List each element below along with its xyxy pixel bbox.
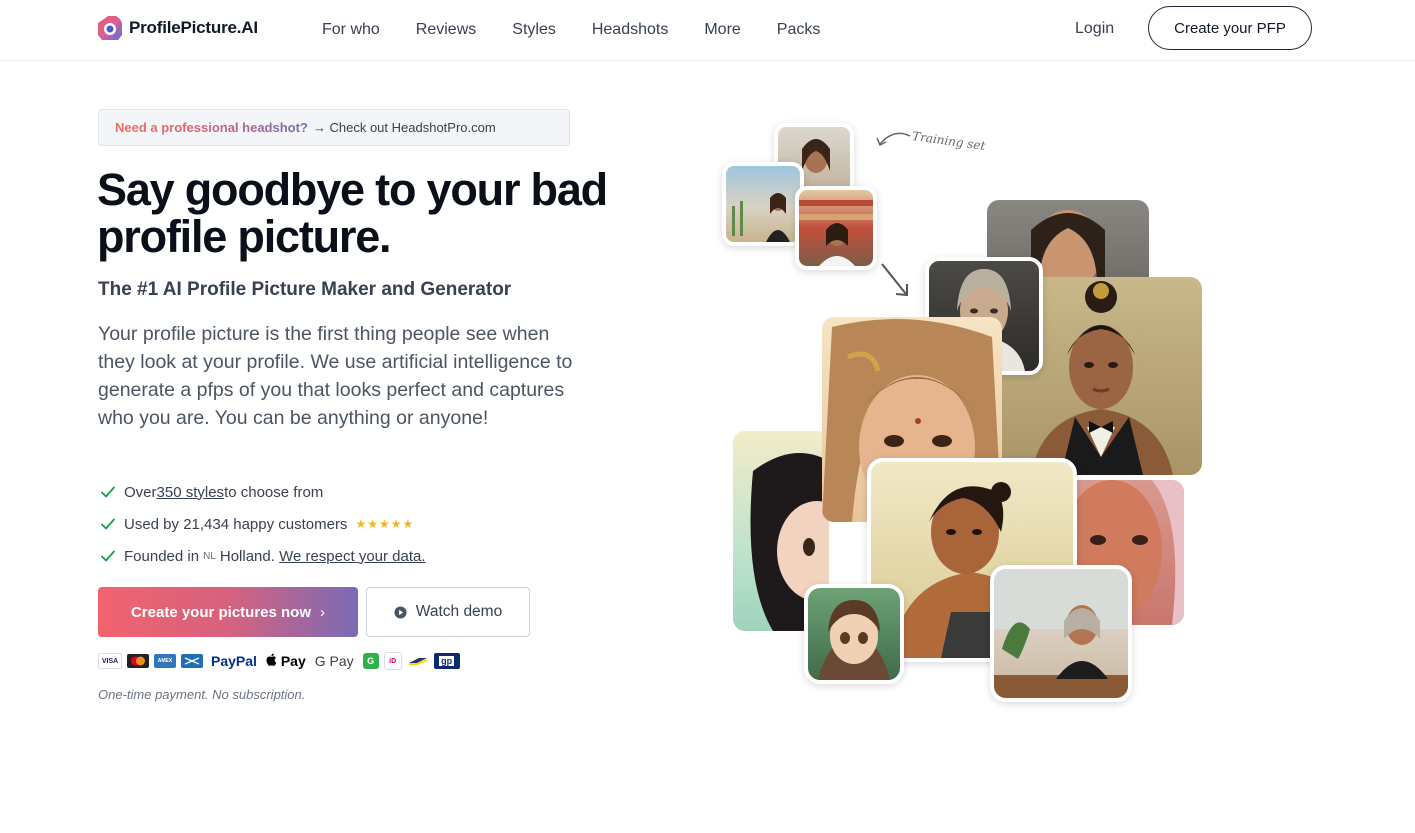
bancontact-icon <box>408 658 428 665</box>
paypal-icon: PayPal <box>211 653 257 669</box>
portrait-cafe <box>990 565 1132 702</box>
ideal-icon: iD <box>383 652 402 670</box>
nl-flag-icon: NL <box>203 550 216 562</box>
site-header: ProfilePicture.AI For who Reviews Styles… <box>0 0 1415 61</box>
nav-more[interactable]: More <box>704 21 740 39</box>
play-icon <box>394 605 407 619</box>
feature-customers: Used by 21,434 happy customers ★★★★★ <box>100 508 426 540</box>
promo-strong-text: Need a professional headshot? <box>115 120 308 135</box>
amex-icon: AMEX <box>154 654 176 668</box>
arrow-down-right-icon <box>881 263 908 297</box>
founded-place: Holland. <box>219 547 275 565</box>
training-set-label: Training set <box>911 128 987 154</box>
rating-stars-icon: ★★★★★ <box>355 517 415 531</box>
portrait-anime-small <box>804 584 904 684</box>
feature-styles-pre: Over <box>124 483 157 501</box>
watch-demo-button[interactable]: Watch demo <box>366 587 530 637</box>
giropay-icon: gp <box>433 653 460 669</box>
nav-styles[interactable]: Styles <box>512 21 556 39</box>
training-portrait-icon <box>799 200 873 266</box>
training-photo-3 <box>795 186 877 270</box>
login-link[interactable]: Login <box>1075 20 1114 38</box>
feature-styles-post: to choose from <box>224 483 324 501</box>
create-pictures-button[interactable]: Create your pictures now › <box>98 587 358 637</box>
visa-icon: VISA <box>98 653 122 669</box>
check-icon <box>101 486 115 498</box>
portrait-face-icon <box>818 600 890 680</box>
curved-arrow-icon <box>876 132 911 147</box>
create-pictures-label: Create your pictures now <box>130 603 312 621</box>
headshot-promo-banner[interactable]: Need a professional headshot? → Check ou… <box>98 109 570 146</box>
founded-pre: Founded in <box>124 547 200 565</box>
nav-for-who[interactable]: For who <box>322 21 380 39</box>
card-icon <box>181 654 203 668</box>
feature-styles: Over 350 styles to choose from <box>100 476 426 508</box>
training-photo-2 <box>722 162 804 246</box>
mastercard-icon <box>127 654 149 668</box>
promo-link-text: → Check out HeadshotPro.com <box>312 120 496 135</box>
styles-link[interactable]: 350 styles <box>157 484 225 501</box>
google-pay-icon: G Pay <box>314 653 354 669</box>
nav-packs[interactable]: Packs <box>777 21 821 39</box>
training-portrait-icon <box>732 193 790 242</box>
data-privacy-link[interactable]: We respect your data. <box>279 548 425 565</box>
payment-footnote: One-time payment. No subscription. <box>98 687 306 702</box>
check-icon <box>101 518 115 530</box>
hero-description: Your profile picture is the first thing … <box>98 323 573 429</box>
portrait-face-icon <box>994 569 1128 698</box>
watch-demo-label: Watch demo <box>415 603 503 620</box>
apple-logo-icon <box>266 653 277 666</box>
customers-text: Used by 21,434 happy customers <box>124 515 348 533</box>
camera-logo-icon <box>98 16 122 40</box>
feature-list: Over 350 styles to choose from Used by 2… <box>100 476 426 572</box>
chevron-right-icon: › <box>320 603 326 621</box>
nav-reviews[interactable]: Reviews <box>416 21 476 39</box>
feature-founded: Founded in NL Holland. We respect your d… <box>100 540 426 572</box>
check-icon <box>101 550 115 562</box>
main-nav: For who Reviews Styles Headshots More Pa… <box>322 0 856 60</box>
brand-name: ProfilePicture.AI <box>129 18 258 37</box>
nav-headshots[interactable]: Headshots <box>592 21 669 39</box>
payment-methods: VISA AMEX PayPal Pay G Pay G iD gp <box>98 651 460 671</box>
brand-logo[interactable]: ProfilePicture.AI <box>97 15 258 41</box>
giropay-g-icon: G <box>362 653 379 669</box>
hero-subtitle: The #1 AI Profile Picture Maker and Gene… <box>98 279 512 300</box>
apple-pay-icon: Pay <box>266 653 306 669</box>
create-pfp-button[interactable]: Create your PFP <box>1148 6 1312 50</box>
hero-title: Say goodbye to your bad profile picture. <box>97 164 608 262</box>
